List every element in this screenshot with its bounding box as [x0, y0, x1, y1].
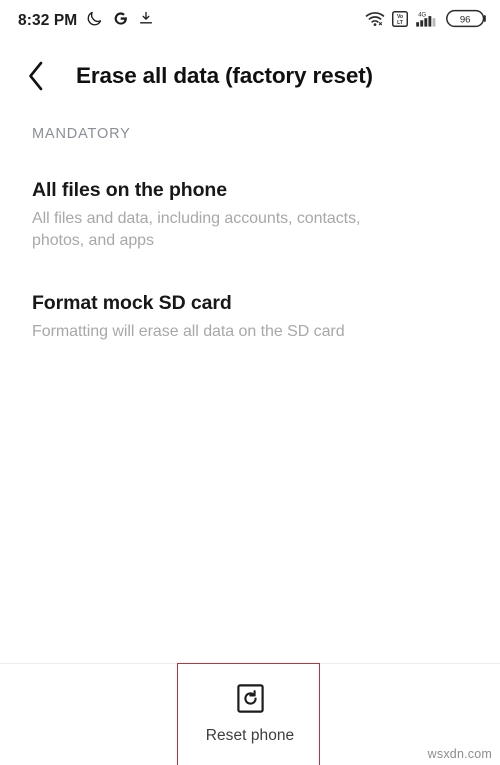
back-button[interactable]: [8, 48, 64, 104]
list-item-title: All files on the phone: [32, 179, 227, 201]
status-bar: 8:32 PM Vo LT 4G 96: [0, 0, 500, 42]
list-item-format-sd-card[interactable]: Format mock SD card Formatting will eras…: [0, 267, 500, 357]
watermark: wsxdn.com: [427, 747, 492, 761]
svg-text:Vo: Vo: [397, 13, 403, 19]
download-icon: [138, 10, 154, 32]
list-item-subtitle: Formatting will erase all data on the SD…: [32, 322, 345, 340]
battery-icon: 96: [446, 9, 486, 33]
do-not-disturb-moon-icon: [86, 10, 103, 32]
bottom-action-bar: Reset phone: [0, 664, 500, 765]
status-bar-left: 8:32 PM: [18, 10, 154, 32]
google-g-icon: [112, 10, 129, 32]
volte-icon: Vo LT: [392, 10, 408, 32]
status-bar-clock: 8:32 PM: [18, 12, 78, 29]
page-title: Erase all data (factory reset): [76, 63, 373, 88]
svg-text:4G: 4G: [418, 12, 426, 18]
settings-content: MANDATORY All files on the phone All fil…: [0, 104, 500, 357]
signal-4g-icon: 4G: [415, 10, 439, 33]
section-header-mandatory: MANDATORY: [32, 126, 131, 142]
list-item-subtitle: All files and data, including accounts, …: [32, 210, 361, 250]
svg-text:LT: LT: [397, 20, 404, 26]
status-bar-right: Vo LT 4G 96: [365, 9, 486, 33]
reset-phone-button[interactable]: Reset phone: [0, 664, 500, 765]
restore-reset-icon: [236, 684, 264, 718]
phone-screen: 8:32 PM Vo LT 4G 96 Erase all data (fact…: [0, 0, 500, 765]
battery-level-text: 96: [460, 14, 471, 25]
list-item-title: Format mock SD card: [32, 291, 232, 314]
chevron-left-icon: [29, 61, 43, 91]
app-header: Erase all data (factory reset): [0, 48, 500, 104]
reset-phone-label: Reset phone: [205, 727, 295, 744]
list-item-all-files[interactable]: All files on the phone All files and dat…: [0, 164, 500, 267]
wifi-icon: [365, 11, 385, 32]
mandatory-list: All files on the phone All files and dat…: [0, 164, 500, 357]
